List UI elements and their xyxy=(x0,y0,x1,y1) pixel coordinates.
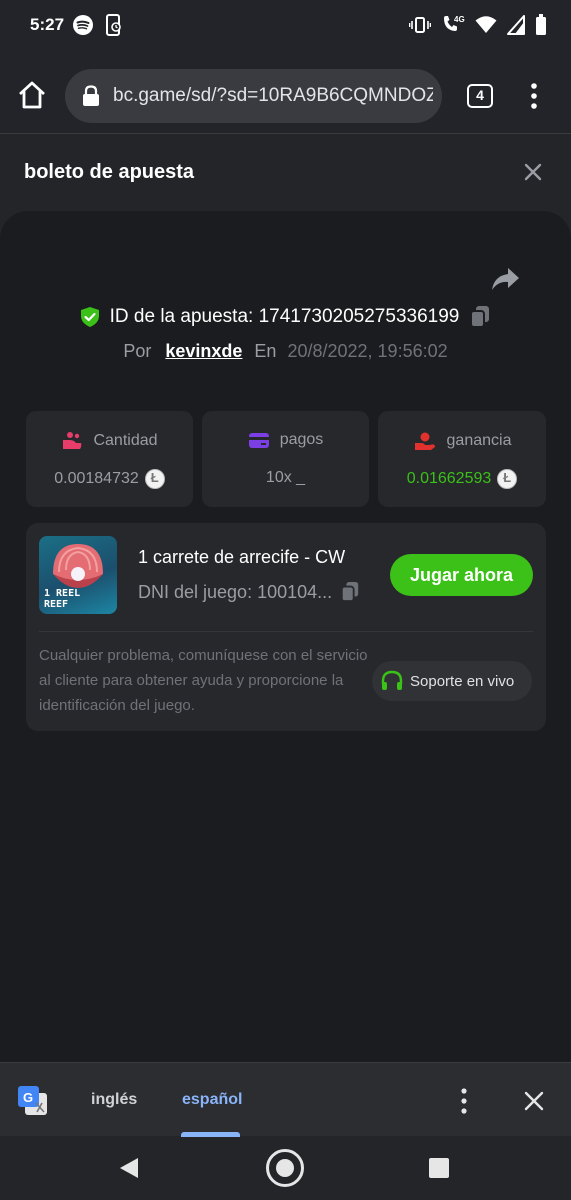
support-help-text: Cualquier problema, comuníquese con el s… xyxy=(39,647,368,714)
status-left-icons xyxy=(72,14,124,36)
headset-icon xyxy=(381,670,403,690)
bet-date: 20/8/2022, 19:56:02 xyxy=(287,341,448,361)
status-bar: 5:27 4G xyxy=(0,0,571,52)
stat-payout: pagos 10x _ xyxy=(202,411,369,507)
bet-id-text: ID de la apuesta: 1741730205275336199 xyxy=(109,306,460,327)
copy-icon[interactable] xyxy=(340,581,360,603)
browser-menu-icon[interactable] xyxy=(528,82,540,110)
system-nav-bar xyxy=(0,1137,571,1200)
network-label: 4G xyxy=(454,15,465,24)
bet-ticket-panel: ID de la apuesta: 1741730205275336199 Po… xyxy=(0,211,571,1063)
google-translate-icon: G xyxy=(18,1086,47,1115)
copy-icon[interactable] xyxy=(469,305,491,329)
translate-menu-icon[interactable] xyxy=(458,1087,470,1115)
wifi-icon xyxy=(475,16,497,33)
stat-profit-value: 0.01662593 xyxy=(406,470,492,487)
payout-card-icon xyxy=(248,433,269,448)
address-bar[interactable]: bc.game/sd/?sd=10RA9B6CQMNDOZ xyxy=(65,69,442,123)
lock-icon xyxy=(83,85,99,106)
game-card: 1 REEL REEF 1 carrete de arrecife - CW D… xyxy=(26,523,546,731)
game-id-row: DNI del juego: 100104... xyxy=(138,581,360,603)
signal-icon xyxy=(507,15,525,35)
share-icon[interactable] xyxy=(490,266,520,292)
svg-text:G: G xyxy=(23,1090,33,1105)
url-text: bc.game/sd/?sd=10RA9B6CQMNDOZ xyxy=(113,85,433,106)
litecoin-icon xyxy=(144,469,165,489)
stat-payout-value: 10x _ xyxy=(265,469,306,486)
browser-toolbar: bc.game/sd/?sd=10RA9B6CQMNDOZ 4 xyxy=(0,52,571,134)
spotify-icon xyxy=(73,15,93,35)
game-name[interactable]: 1 carrete de arrecife - CW xyxy=(138,547,345,568)
status-time: 5:27 xyxy=(30,15,65,34)
lang-target-tab[interactable]: español xyxy=(182,1091,242,1109)
play-now-button[interactable]: Jugar ahora xyxy=(390,554,533,596)
stat-profit-label: ganancia xyxy=(446,432,512,449)
litecoin-icon xyxy=(497,469,518,489)
status-right-icons: 4G xyxy=(409,14,547,36)
modal-header: boleto de apuesta xyxy=(0,135,571,211)
home-icon[interactable] xyxy=(16,79,48,111)
game-id-text: DNI del juego: 100104... xyxy=(138,581,333,602)
live-support-label: Soporte en vivo xyxy=(410,672,515,690)
translate-bar: G inglés español xyxy=(0,1062,571,1137)
vibrate-icon xyxy=(409,17,431,33)
recents-icon[interactable] xyxy=(429,1158,449,1178)
bet-author-row: Por kevinxde En 20/8/2022, 19:56:02 xyxy=(0,341,571,362)
home-nav-icon[interactable] xyxy=(266,1149,304,1187)
live-support-button[interactable]: Soporte en vivo xyxy=(372,661,532,701)
translate-close-icon[interactable] xyxy=(522,1089,546,1113)
back-icon[interactable] xyxy=(118,1156,140,1180)
thumb-text-line2: REEF xyxy=(44,599,68,610)
screen-record-icon xyxy=(106,14,121,36)
lang-source-tab[interactable]: inglés xyxy=(91,1091,137,1109)
modal-title: boleto de apuesta xyxy=(24,161,195,183)
thumb-text-line1: 1 REEL xyxy=(44,588,80,599)
stat-profit: ganancia 0.01662593 xyxy=(378,411,546,507)
amount-icon xyxy=(63,432,82,449)
username-link[interactable]: kevinxde xyxy=(165,341,242,361)
volte-4g-icon: 4G xyxy=(444,15,465,31)
pearl-shell-icon: 1 REEL REEF xyxy=(44,544,103,610)
stat-payout-label: pagos xyxy=(279,431,324,448)
on-label: En xyxy=(254,341,277,361)
battery-icon xyxy=(536,14,546,35)
stat-amount-label: Cantidad xyxy=(93,432,158,449)
profit-icon xyxy=(414,432,435,450)
game-thumbnail[interactable]: 1 REEL REEF xyxy=(39,536,117,614)
stat-amount: Cantidad 0.00184732 xyxy=(26,411,193,507)
tab-switcher-button[interactable]: 4 xyxy=(467,84,493,108)
close-icon[interactable] xyxy=(521,160,545,184)
verified-shield-icon xyxy=(80,307,99,327)
by-label: Por xyxy=(123,341,152,361)
divider xyxy=(39,631,533,632)
stat-amount-value: 0.00184732 xyxy=(54,470,139,487)
bet-id-row: ID de la apuesta: 1741730205275336199 xyxy=(0,305,571,334)
